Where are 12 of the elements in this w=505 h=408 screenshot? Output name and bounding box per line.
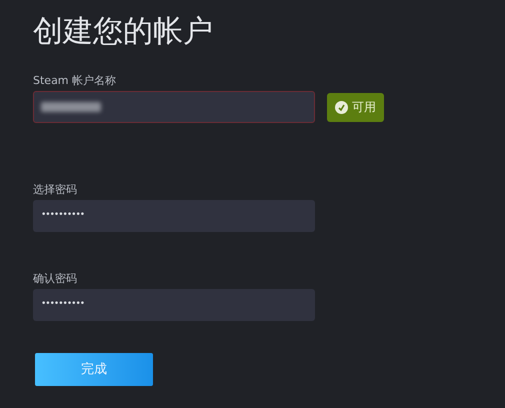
password-value: •••••••••• — [41, 209, 84, 222]
password-value: •••••••••• — [41, 298, 84, 312]
field-label: 确认密码 — [33, 272, 77, 286]
input-field[interactable]: •••••••••• — [33, 289, 315, 321]
available-badge: 可用 — [327, 92, 384, 122]
field-label: 选择密码 — [33, 183, 77, 197]
page-title: 创建您的帐户 — [33, 13, 213, 51]
check-icon — [335, 100, 348, 114]
input-field[interactable]: •••••••••• — [33, 200, 315, 232]
blurred-value — [41, 102, 101, 112]
input-field[interactable] — [33, 91, 315, 123]
field-label: Steam 帐户名称 — [33, 74, 116, 88]
